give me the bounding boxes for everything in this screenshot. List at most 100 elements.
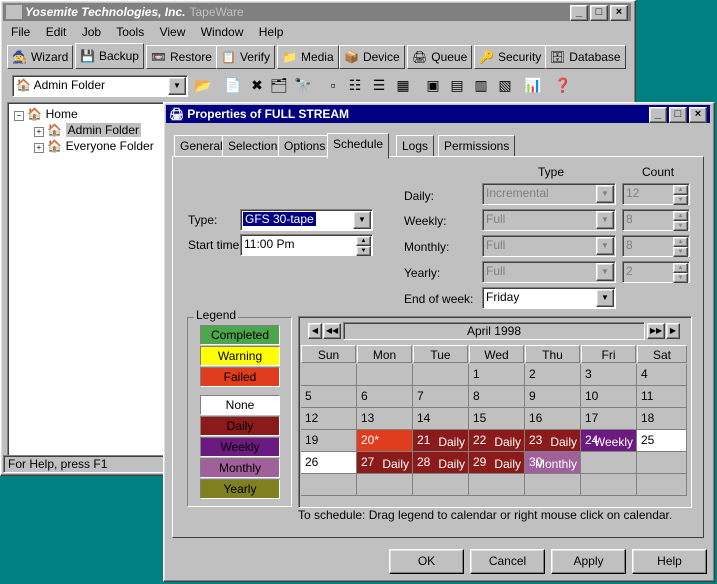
tree-item-admin[interactable]: + 🏠 Admin Folder — [34, 123, 142, 137]
daily-count-field[interactable]: 12 ▲ ▼ — [622, 183, 690, 205]
chevron-down-icon[interactable]: ▼ — [596, 237, 614, 255]
calendar-day[interactable]: 28 Daily — [413, 452, 469, 474]
tab-media[interactable]: 📁 Media — [277, 45, 339, 69]
yearly-count-field[interactable]: 2 ▲ ▼ — [622, 261, 690, 283]
chevron-down-icon[interactable]: ▼ — [596, 211, 614, 229]
tab-device[interactable]: 📦 Device — [339, 45, 405, 69]
monthly-type-combo[interactable]: Full ▼ — [482, 235, 616, 257]
calendar-day[interactable]: 20* — [357, 430, 413, 452]
tab-security[interactable]: 🔑 Security — [474, 45, 547, 69]
monthly-count-field[interactable]: 8 ▲ ▼ — [622, 235, 690, 257]
chevron-down-icon[interactable]: ▼ — [596, 289, 614, 307]
legend-weekly[interactable]: Weekly — [200, 437, 280, 457]
tab-logs[interactable]: Logs — [396, 135, 435, 157]
calendar-day[interactable]: 23 Daily — [525, 430, 581, 452]
calendar-day[interactable]: 2 — [525, 364, 581, 386]
legend-completed[interactable]: Completed — [200, 325, 280, 345]
tab-backup[interactable]: 💾 Backup — [75, 43, 144, 69]
menu-window[interactable]: Window — [201, 25, 244, 39]
calendar-day[interactable]: 4 — [637, 364, 687, 386]
menu-edit[interactable]: Edit — [46, 25, 67, 39]
maximize-button[interactable]: □ — [590, 5, 608, 21]
weekly-count-spinner[interactable]: ▲ ▼ — [673, 211, 688, 231]
calendar-day[interactable]: 6 — [357, 386, 413, 408]
chevron-down-icon[interactable]: ▼ — [168, 77, 186, 95]
menu-job[interactable]: Job — [82, 25, 101, 39]
calendar-day[interactable]: 30 Monthly — [525, 452, 581, 474]
calendar-day[interactable]: 27 Daily — [357, 452, 413, 474]
list-icon[interactable]: ☰ — [369, 75, 389, 95]
calendar-day[interactable]: 19 — [301, 430, 357, 452]
legend-warning[interactable]: Warning — [200, 346, 280, 366]
help-button[interactable]: Help — [632, 549, 707, 574]
collapse-icon[interactable]: − — [14, 111, 24, 121]
tab-general[interactable]: General — [174, 135, 229, 157]
tree-panel[interactable]: − 🏠 Home + 🏠 Admin Folder + 🏠 Everyone F… — [7, 102, 166, 456]
apply-button[interactable]: Apply — [551, 549, 626, 574]
tree-item-everyone[interactable]: + 🏠 Everyone Folder — [34, 139, 154, 153]
tab-restore[interactable]: 📼 Restore — [146, 45, 217, 69]
weekly-type-combo[interactable]: Full ▼ — [482, 209, 616, 231]
calendar-day[interactable]: 29 Daily — [469, 452, 525, 474]
chevron-down-icon[interactable]: ▼ — [596, 263, 614, 281]
next-year-button[interactable]: ▶▶ — [647, 323, 665, 339]
calendar-day[interactable]: 22 Daily — [469, 430, 525, 452]
prev-month-button[interactable]: ◀ — [308, 323, 322, 339]
calendar-day[interactable]: 7 — [413, 386, 469, 408]
calendar-day[interactable]: 13 — [357, 408, 413, 430]
tab-wizard[interactable]: 🧙 Wizard — [7, 45, 74, 69]
legend-none[interactable]: None — [200, 395, 280, 415]
details-icon[interactable]: ▦ — [393, 75, 413, 95]
menu-help[interactable]: Help — [259, 25, 284, 39]
close-button[interactable]: × — [689, 107, 707, 123]
schedule-job-icon[interactable]: ▤ — [447, 75, 467, 95]
calendar-day[interactable]: 25 — [637, 430, 687, 452]
calendar-day[interactable]: 5 — [301, 386, 357, 408]
calendar-day[interactable]: 9 — [525, 386, 581, 408]
properties-icon[interactable]: 🗂 — [269, 75, 289, 95]
folder-up-icon[interactable]: 📂 — [193, 75, 213, 95]
tab-selection[interactable]: Selection — [222, 135, 284, 157]
cancel-button[interactable]: Cancel — [470, 549, 545, 574]
legend-daily[interactable]: Daily — [200, 416, 280, 436]
prev-year-button[interactable]: ◀◀ — [323, 323, 341, 339]
calendar-day[interactable]: 21 Daily — [413, 430, 469, 452]
calendar-day[interactable]: 24 Weekly — [581, 430, 637, 452]
legend-failed[interactable]: Failed — [200, 367, 280, 387]
main-title-bar[interactable]: Yosemite Technologies, Inc. TapeWare _ □… — [3, 3, 631, 21]
start-time-spinner[interactable]: ▲ ▼ — [356, 236, 371, 256]
tab-verify[interactable]: 📋 Verify — [216, 45, 275, 69]
tab-permissions[interactable]: Permissions — [438, 135, 516, 157]
find-icon[interactable]: 🔭 — [293, 75, 313, 95]
legend-yearly[interactable]: Yearly — [200, 479, 280, 499]
minimize-button[interactable]: _ — [570, 5, 588, 21]
queue-job-icon[interactable]: ▥ — [471, 75, 491, 95]
tab-options[interactable]: Options — [278, 135, 332, 157]
maximize-button[interactable]: □ — [669, 107, 687, 123]
calendar-day[interactable]: 14 — [413, 408, 469, 430]
expand-icon[interactable]: + — [34, 127, 44, 137]
calendar-day[interactable]: 17 — [581, 408, 637, 430]
small-icons-icon[interactable]: ☷ — [345, 75, 365, 95]
new-job-icon[interactable]: 📄 — [223, 75, 243, 95]
tree-root[interactable]: − 🏠 Home — [14, 107, 78, 121]
calendar-day[interactable]: 18 — [637, 408, 687, 430]
cancel-job-icon[interactable]: ▧ — [495, 75, 515, 95]
dialog-title-bar[interactable]: 🖨 Properties of FULL STREAM _ □ × — [166, 105, 710, 123]
menu-file[interactable]: File — [11, 25, 30, 39]
menu-view[interactable]: View — [160, 25, 186, 39]
menu-tools[interactable]: Tools — [116, 25, 144, 39]
tab-schedule[interactable]: Schedule — [327, 133, 390, 159]
daily-type-combo[interactable]: Incremental ▼ — [482, 183, 616, 205]
calendar-day[interactable]: 8 — [469, 386, 525, 408]
large-icons-icon[interactable]: ▫ — [323, 75, 343, 95]
chevron-down-icon[interactable]: ▼ — [353, 211, 371, 229]
run-job-icon[interactable]: ▣ — [423, 75, 443, 95]
next-month-button[interactable]: ▶ — [666, 323, 680, 339]
close-button[interactable]: × — [610, 5, 628, 21]
calendar-day[interactable]: 11 — [637, 386, 687, 408]
legend-monthly[interactable]: Monthly — [200, 458, 280, 478]
tab-queue[interactable]: 🖨 Queue — [407, 45, 473, 69]
report-icon[interactable]: 📊 — [523, 75, 543, 95]
expand-icon[interactable]: + — [34, 143, 44, 153]
